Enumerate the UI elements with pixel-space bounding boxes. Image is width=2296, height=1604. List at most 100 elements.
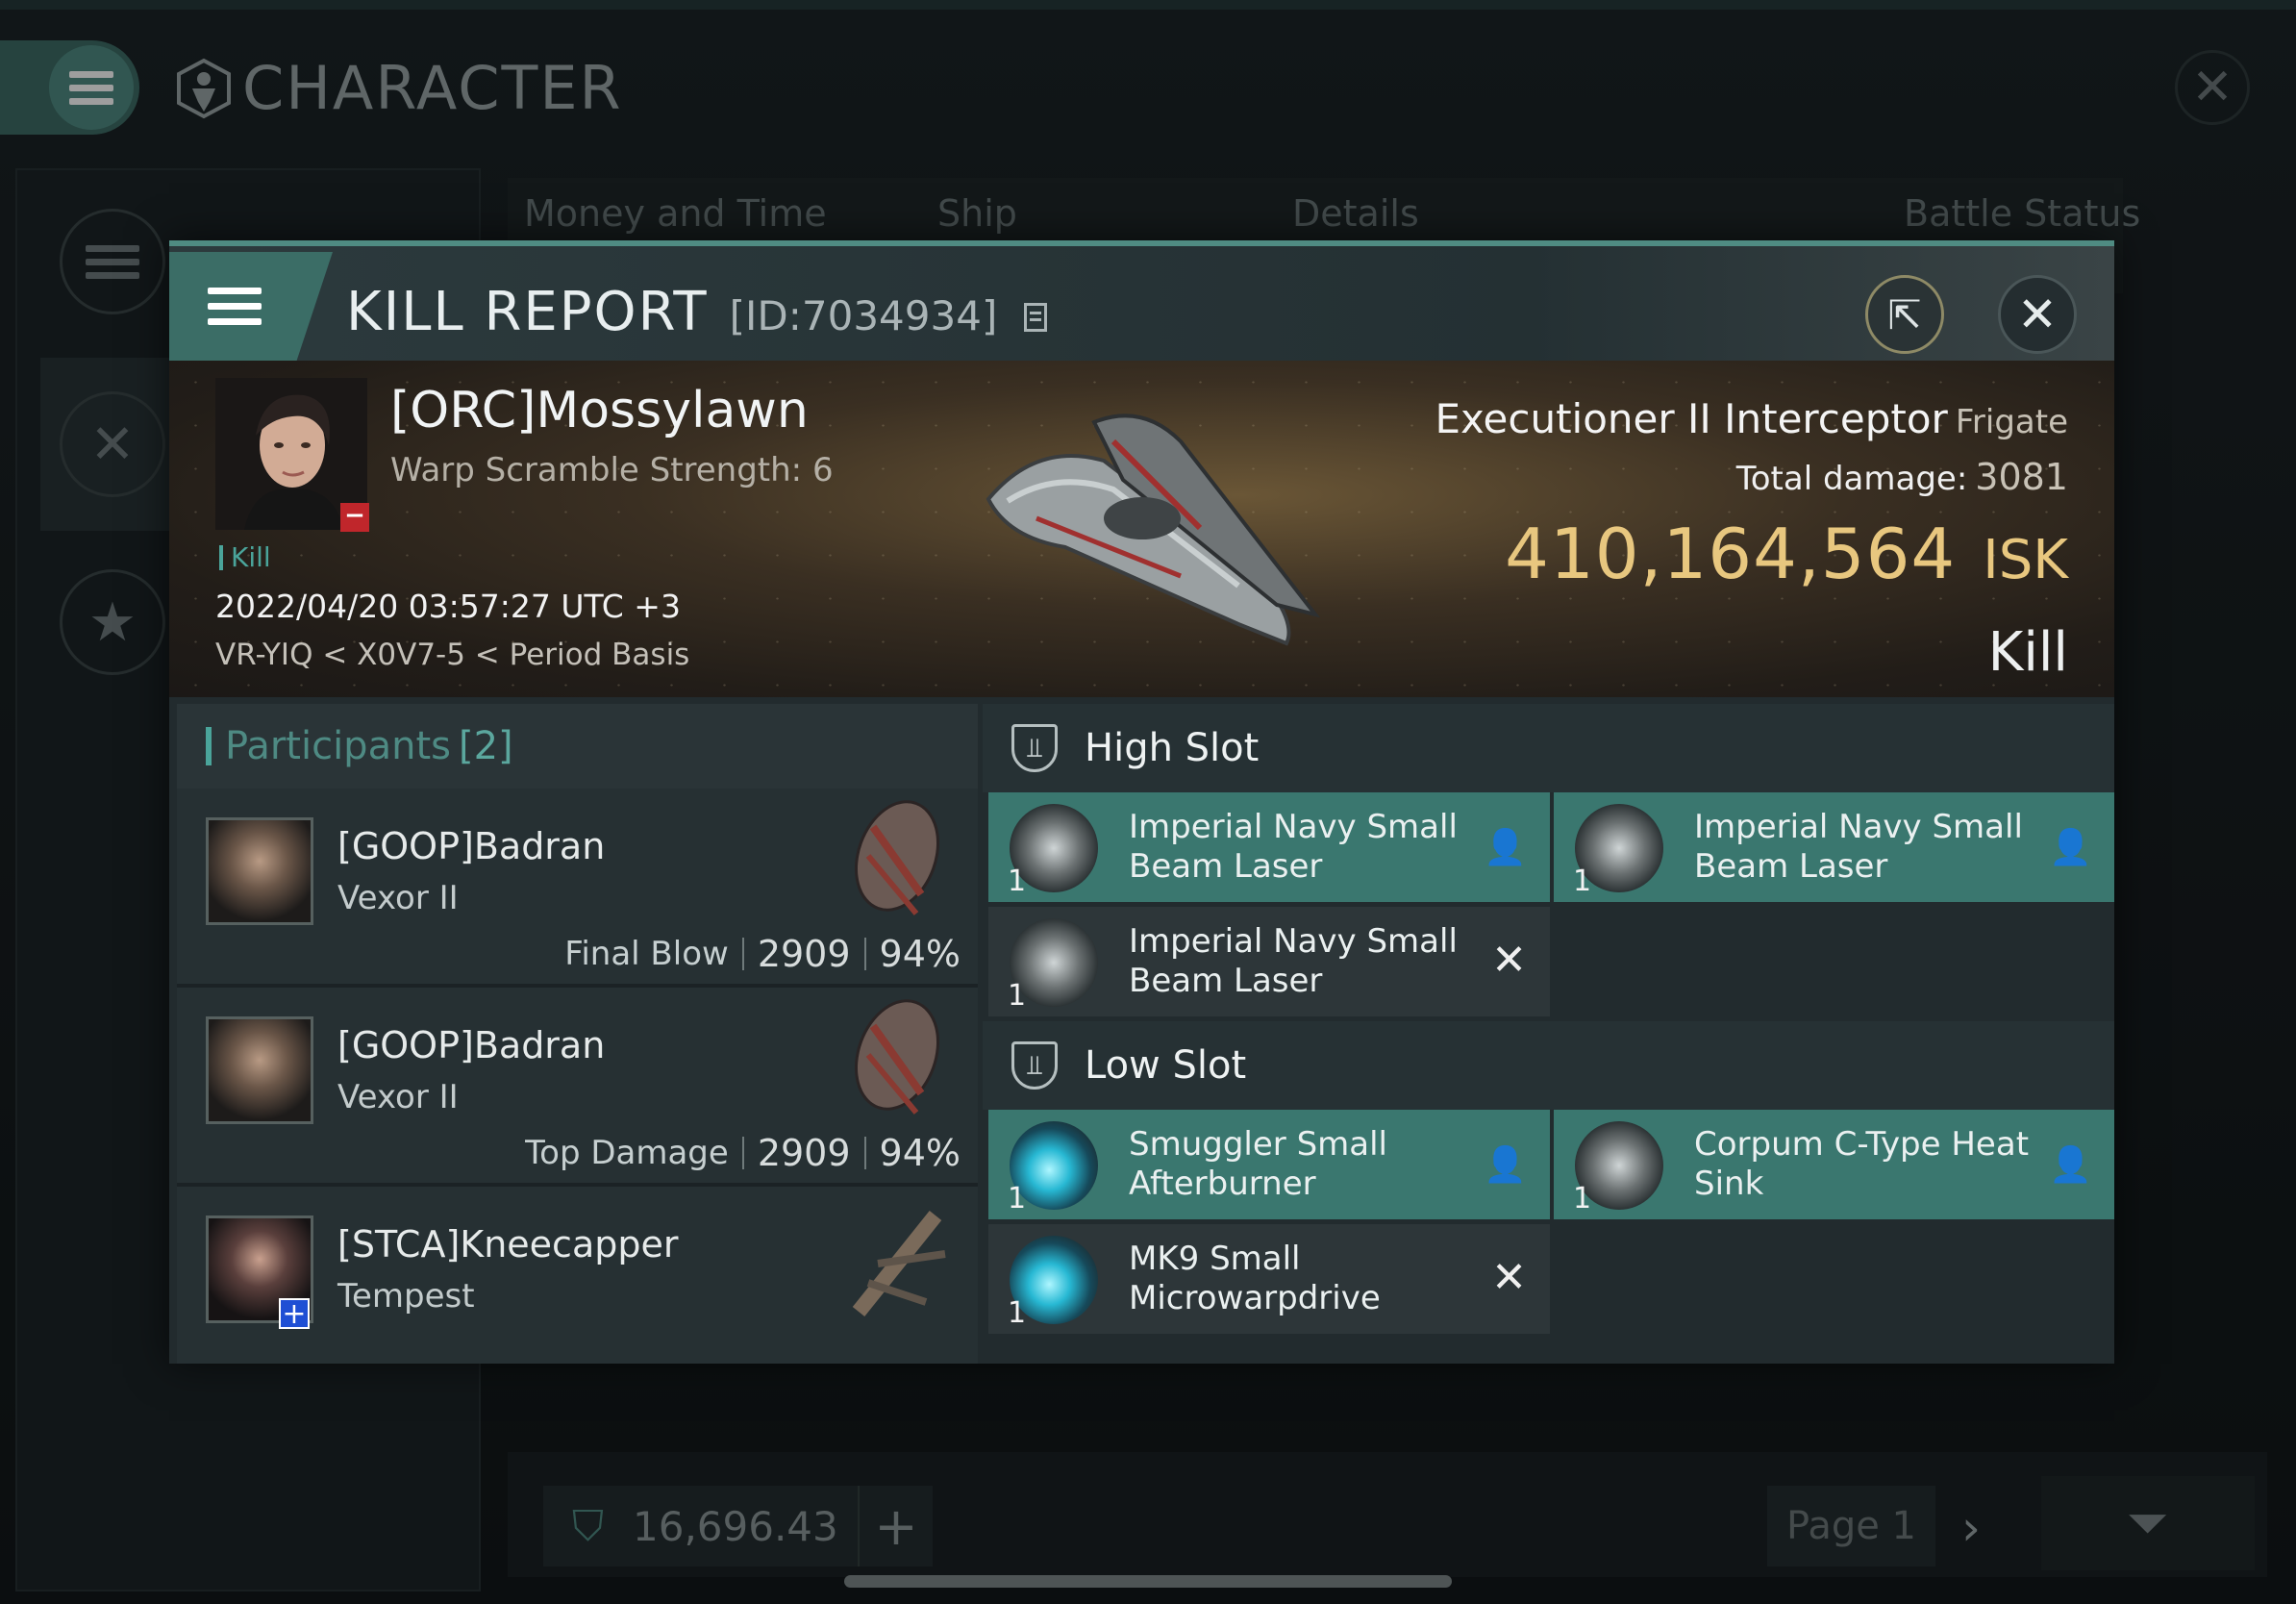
high-slot-title: High Slot bbox=[1085, 726, 1260, 770]
next-page-chevron-icon[interactable]: › bbox=[1961, 1500, 1981, 1556]
participant-percent: 94% bbox=[879, 1132, 961, 1174]
ship-summary: Executioner II Interceptor Frigate Total … bbox=[1435, 395, 2068, 684]
fitting-panel: ⫫ High Slot 1 Imperial Navy Small Beam La… bbox=[983, 704, 2114, 1364]
module-name: Imperial Navy Small Beam Laser bbox=[1129, 922, 1458, 1000]
participants-count: [2] bbox=[458, 724, 513, 768]
module-name: Corpum C-Type Heat Sink bbox=[1694, 1125, 2030, 1203]
victim-name[interactable]: [ORC]Mossylawn bbox=[390, 382, 809, 439]
low-slot-icon: ⫫ bbox=[1011, 1041, 1058, 1090]
dropped-person-icon: 👤 bbox=[1484, 828, 1527, 867]
participant-row[interactable]: [GOOP]Badran Vexor II Final Blow 2909 94… bbox=[177, 789, 978, 988]
participant-row[interactable]: [GOOP]Badran Vexor II Top Damage 2909 94… bbox=[177, 988, 978, 1187]
wallet-display: ⛉ 16,696.43 + bbox=[543, 1486, 933, 1566]
low-slot-header: ⫫ Low Slot bbox=[983, 1021, 2114, 1110]
module-item[interactable]: 1 Imperial Navy Small Beam Laser ✕ bbox=[988, 907, 1550, 1016]
module-name: Imperial Navy Small Beam Laser bbox=[1129, 808, 1458, 886]
kill-report-header: KILL REPORT [ID:7034934] ⇱ ✕ bbox=[169, 240, 2114, 361]
module-name: Imperial Navy Small Beam Laser bbox=[1694, 808, 2023, 886]
result-label: Kill bbox=[1987, 621, 2068, 684]
main-menu-button[interactable] bbox=[0, 40, 139, 135]
top-strip bbox=[0, 0, 2296, 10]
destroyed-x-icon: ✕ bbox=[1491, 1253, 1527, 1302]
participant-stats: Final Blow 2909 94% bbox=[564, 933, 961, 975]
participant-name: [GOOP]Badran bbox=[337, 1024, 606, 1066]
module-name: Smuggler Small Afterburner bbox=[1129, 1125, 1387, 1203]
total-damage-value: 3081 bbox=[1975, 456, 2068, 498]
victim-subtitle: Warp Scramble Strength: 6 bbox=[390, 451, 834, 489]
filter-button[interactable]: ⏷ bbox=[2041, 1476, 2255, 1570]
friendly-plus-badge: + bbox=[279, 1298, 310, 1329]
bg-tab-ship[interactable]: Ship bbox=[937, 192, 1017, 235]
participant-percent: 94% bbox=[879, 933, 961, 975]
close-button[interactable]: ✕ bbox=[1998, 275, 2077, 354]
kill-location[interactable]: VR-YIQ < X0V7-5 < Period Basis bbox=[215, 638, 689, 672]
module-quantity: 1 bbox=[1573, 1182, 1592, 1216]
module-item[interactable]: 1 Imperial Navy Small Beam Laser 👤 bbox=[1554, 792, 2114, 902]
close-icon: ✕ bbox=[2017, 287, 2058, 342]
module-quantity: 1 bbox=[1573, 865, 1592, 898]
bg-page-title: CHARACTER bbox=[173, 53, 623, 123]
character-icon bbox=[177, 58, 231, 118]
kill-report-title: KILL REPORT bbox=[346, 281, 709, 343]
participant-ship: Tempest bbox=[337, 1277, 475, 1316]
share-button[interactable]: ⇱ bbox=[1865, 275, 1944, 354]
high-slot-header: ⫫ High Slot bbox=[983, 704, 2114, 792]
dropped-person-icon: 👤 bbox=[2049, 828, 2092, 867]
copy-icon[interactable] bbox=[1024, 303, 1048, 332]
participant-damage: 2909 bbox=[757, 1132, 851, 1174]
bg-sidebar-favorites[interactable]: ★ bbox=[40, 536, 185, 709]
participant-name: [STCA]Kneecapper bbox=[337, 1223, 679, 1266]
wallet-icon: ⛉ bbox=[572, 1501, 604, 1551]
horizontal-scrollbar[interactable] bbox=[844, 1575, 1452, 1588]
ship-name[interactable]: Executioner II Interceptor bbox=[1435, 395, 1947, 442]
bg-sidebar-combat[interactable]: ✕ bbox=[40, 358, 185, 531]
page-indicator: Page 1 bbox=[1767, 1486, 1935, 1566]
module-quantity: 1 bbox=[1008, 979, 1027, 1013]
participant-ship: Vexor II bbox=[337, 1078, 459, 1116]
bg-tab-money[interactable]: Money and Time bbox=[524, 192, 827, 235]
module-item[interactable]: 1 Smuggler Small Afterburner 👤 bbox=[988, 1110, 1550, 1219]
participants-label: Participants bbox=[225, 724, 451, 768]
bg-close-button[interactable]: ✕ bbox=[2175, 50, 2250, 125]
participant-row[interactable]: + [STCA]Kneecapper Tempest bbox=[177, 1187, 978, 1364]
participants-header[interactable]: Participants [2] bbox=[177, 704, 978, 789]
bg-sidebar-menu[interactable] bbox=[40, 175, 185, 348]
participant-ship-image bbox=[854, 999, 940, 1115]
participant-stats: Top Damage 2909 94% bbox=[525, 1132, 961, 1174]
wallet-add-button[interactable]: + bbox=[858, 1486, 933, 1566]
participant-ship-image bbox=[852, 1211, 946, 1316]
module-name: MK9 Small Microwarpdrive bbox=[1129, 1240, 1381, 1317]
victim-banner: − [ORC]Mossylawn Warp Scramble Strength:… bbox=[169, 361, 2114, 697]
participants-panel: Participants [2] [GOOP]Badran Vexor II F… bbox=[177, 704, 978, 1364]
bg-tab-details[interactable]: Details bbox=[1292, 192, 1419, 235]
high-slot-icon: ⫫ bbox=[1011, 724, 1058, 772]
dropped-person-icon: 👤 bbox=[2049, 1145, 2092, 1185]
hamburger-icon bbox=[69, 64, 113, 112]
kill-tag: Kill bbox=[219, 544, 271, 571]
kill-report-id: [ID:7034934] bbox=[729, 292, 998, 339]
filter-icon: ⏷ bbox=[2127, 1492, 2169, 1553]
bg-tab-battle-status[interactable]: Battle Status bbox=[1904, 192, 2140, 235]
star-icon: ★ bbox=[60, 569, 165, 675]
kill-datetime: 2022/04/20 03:57:27 UTC +3 bbox=[215, 588, 681, 625]
module-quantity: 1 bbox=[1008, 1182, 1027, 1216]
participant-avatar bbox=[206, 1016, 313, 1124]
module-item[interactable]: 1 Imperial Navy Small Beam Laser 👤 bbox=[988, 792, 1550, 902]
wallet-value: 16,696.43 bbox=[633, 1502, 838, 1550]
ship-class: Frigate bbox=[1955, 403, 2068, 441]
hostile-badge: − bbox=[340, 503, 369, 532]
module-quantity: 1 bbox=[1008, 1296, 1027, 1330]
isk-unit: ISK bbox=[1983, 529, 2068, 591]
participant-damage: 2909 bbox=[757, 933, 851, 975]
victim-ship-image bbox=[986, 414, 1321, 646]
total-damage-label: Total damage: bbox=[1735, 460, 1968, 498]
hamburger-icon bbox=[208, 279, 262, 334]
kill-report-modal: KILL REPORT [ID:7034934] ⇱ ✕ − [ORC]Moss… bbox=[169, 240, 2114, 1364]
participant-role: Top Damage bbox=[525, 1134, 729, 1172]
bg-title-text: CHARACTER bbox=[242, 53, 623, 123]
module-item[interactable]: 1 MK9 Small Microwarpdrive ✕ bbox=[988, 1224, 1550, 1334]
isk-value: 410,164,564 bbox=[1505, 514, 1957, 594]
module-item[interactable]: 1 Corpum C-Type Heat Sink 👤 bbox=[1554, 1110, 2114, 1219]
low-slot-title: Low Slot bbox=[1085, 1043, 1247, 1088]
kill-report-menu-button[interactable] bbox=[169, 252, 333, 361]
